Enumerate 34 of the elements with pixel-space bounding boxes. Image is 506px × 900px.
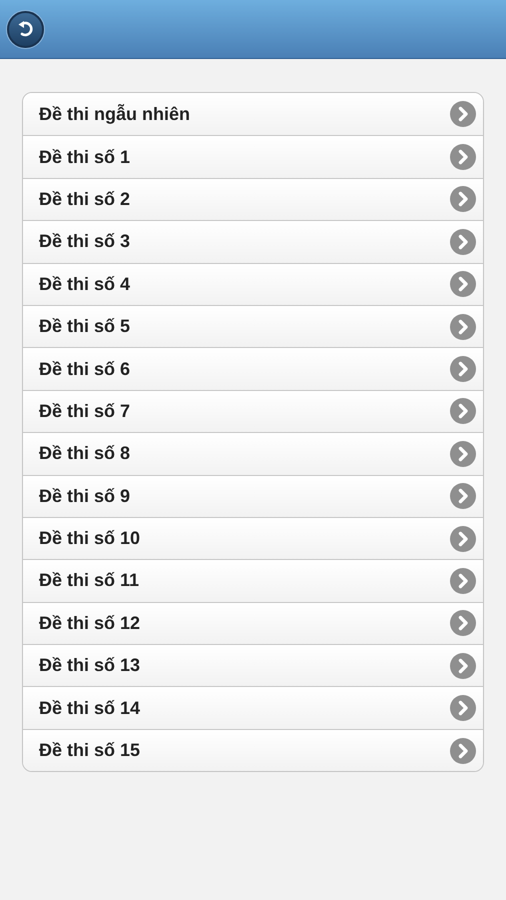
chevron-right-icon — [450, 483, 476, 510]
list-item[interactable]: Đề thi số 12 — [23, 602, 483, 644]
list-item[interactable]: Đề thi số 2 — [23, 178, 483, 220]
chevron-right-icon — [450, 314, 476, 340]
undo-arrow-icon — [16, 20, 34, 38]
chevron-right-icon — [450, 101, 476, 128]
list-item[interactable]: Đề thi số 6 — [23, 347, 483, 390]
chevron-right-icon — [450, 568, 476, 594]
list-item[interactable]: Đề thi số 13 — [23, 644, 483, 686]
chevron-right-icon — [450, 610, 476, 636]
chevron-right-icon — [450, 271, 476, 298]
chevron-right-icon — [450, 440, 476, 467]
chevron-right-icon — [450, 398, 476, 424]
list-item[interactable]: Đề thi số 1 — [23, 135, 483, 178]
list-item[interactable]: Đề thi số 7 — [23, 390, 483, 432]
chevron-right-icon — [450, 738, 476, 764]
list-item[interactable]: Đề thi số 5 — [23, 304, 483, 348]
list-item[interactable]: Đề thi số 8 — [23, 432, 483, 475]
chevron-right-icon — [450, 526, 476, 552]
chevron-right-icon — [450, 652, 476, 679]
back-button[interactable] — [7, 10, 44, 48]
list-item[interactable]: Đề thi ngẫu nhiên — [23, 93, 483, 136]
chevron-right-icon — [450, 356, 476, 382]
list-item[interactable]: Đề thi số 10 — [23, 516, 483, 560]
chevron-right-icon — [450, 186, 476, 212]
list-item[interactable]: Đề thi số 15 — [23, 728, 483, 772]
list-item[interactable]: Đề thi số 11 — [23, 559, 483, 602]
list-item[interactable]: Đề thi số 4 — [23, 262, 483, 305]
chevron-right-icon — [450, 144, 476, 170]
list-item[interactable]: Đề thi số 9 — [23, 474, 483, 517]
list-item[interactable]: Đề thi số 3 — [23, 220, 483, 263]
chevron-right-icon — [450, 228, 476, 255]
list-item[interactable]: Đề thi số 14 — [23, 686, 483, 729]
chevron-right-icon — [450, 695, 476, 722]
